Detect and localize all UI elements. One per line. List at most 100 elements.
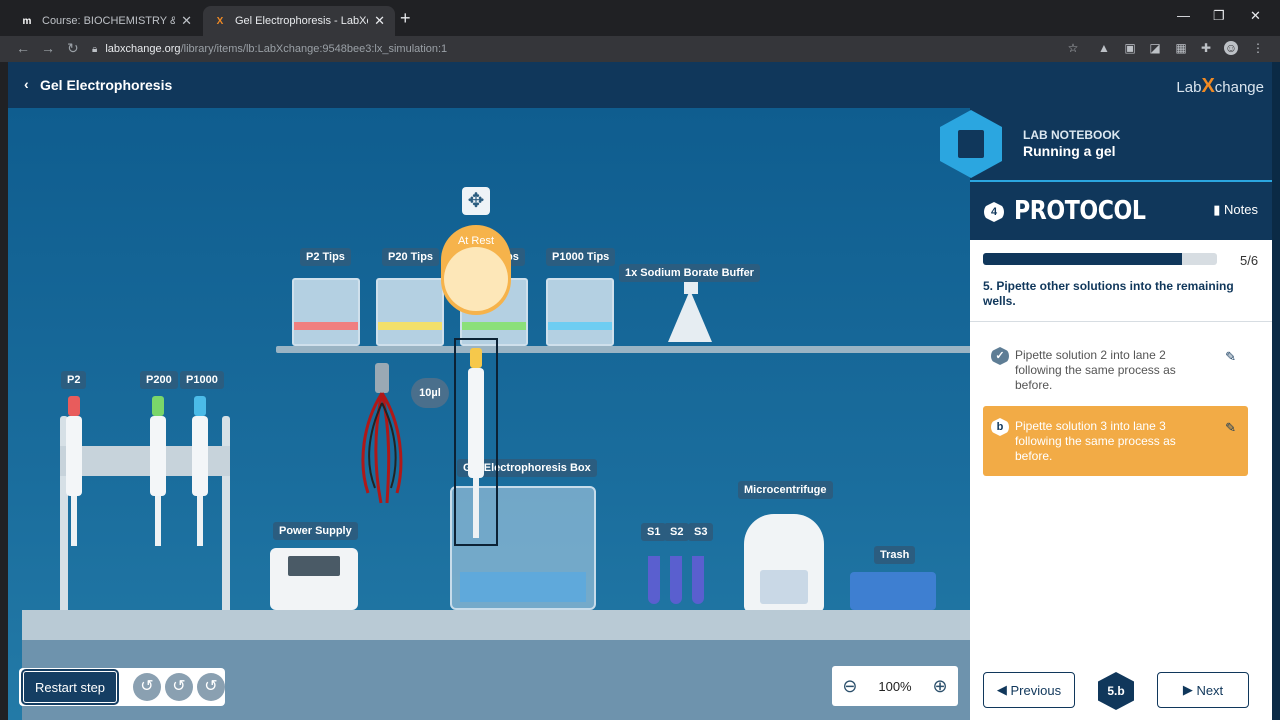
substep-text: Pipette solution 2 into lane 2 following… — [1015, 348, 1176, 392]
url-path: /library/items/lb:LabXchange:9548bee3:lx… — [180, 43, 448, 55]
extension-icon[interactable]: ▲ — [1097, 41, 1111, 55]
trash-bin[interactable] — [850, 572, 936, 610]
power-supply[interactable] — [270, 548, 358, 610]
previous-button[interactable]: ◀ Previous — [983, 672, 1075, 708]
microcentrifuge[interactable] — [744, 514, 824, 612]
page-scrollbar[interactable] — [1272, 62, 1280, 720]
s3-label: S3 — [688, 523, 714, 541]
app-header: ‹ Gel Electrophoresis LabXchange — [8, 62, 1272, 108]
menu-dots-icon[interactable]: ⋮ — [1251, 41, 1265, 55]
tube-s3[interactable] — [692, 556, 704, 604]
labxchange-logo[interactable]: LabXchange — [1176, 75, 1264, 98]
notes-icon: ▮ — [1213, 202, 1225, 217]
check-icon: ✓ — [991, 347, 1009, 365]
tab-course[interactable]: m Course: BIOCHEMISTRY & MOLE ✕ — [10, 6, 202, 36]
caret-left-icon: ◀ — [996, 682, 1011, 697]
back-chevron-icon[interactable]: ‹ — [24, 76, 29, 92]
extension-icon[interactable]: ◪ — [1148, 41, 1162, 55]
move-icon[interactable]: ✥ — [462, 187, 490, 215]
back-icon[interactable]: ← — [16, 40, 30, 56]
reload-icon[interactable]: ↻ — [67, 40, 79, 57]
microcentrifuge-label: Microcentrifuge — [738, 481, 833, 499]
tube-s1[interactable] — [648, 556, 660, 604]
close-tab-icon[interactable]: ✕ — [374, 13, 385, 29]
brand-x: X — [1201, 75, 1215, 97]
plunger-state-text: At Rest — [457, 235, 495, 247]
pencil-icon[interactable]: ✎ — [1225, 420, 1236, 436]
p2-tips-box[interactable] — [292, 278, 360, 346]
p2-label: P2 — [61, 371, 87, 389]
substep-a[interactable]: ✓ Pipette solution 2 into lane 2 followi… — [983, 335, 1248, 399]
bookmark-star-icon[interactable]: ☆ — [1066, 41, 1080, 55]
substep-text: Pipette solution 3 into lane 3 following… — [1015, 419, 1176, 463]
notes-label: Notes — [1224, 202, 1258, 217]
lab-bench — [22, 610, 970, 644]
url-field[interactable]: 🔒︎ labxchange.org/library/items/lb:LabXc… — [92, 37, 1092, 61]
forward-icon[interactable]: → — [41, 40, 55, 56]
zoom-out-icon[interactable]: ⊖ — [842, 676, 857, 697]
substep-b[interactable]: b Pipette solution 3 into lane 3 followi… — [983, 406, 1248, 476]
new-tab-icon[interactable]: + — [400, 8, 411, 29]
shelf — [276, 346, 970, 353]
address-bar: ← → ↻ 🔒︎ labxchange.org/library/items/lb… — [0, 36, 1280, 62]
active-pipette[interactable] — [468, 348, 484, 538]
close-window-icon[interactable]: ✕ — [1250, 8, 1261, 24]
close-tab-icon[interactable]: ✕ — [181, 13, 192, 29]
zoom-control: ⊖ 100% ⊕ — [832, 666, 958, 706]
simulation-canvas[interactable]: P2 Tips P20 Tips ps P1000 Tips 1x Sodium… — [8, 108, 970, 720]
notebook-title: LAB NOTEBOOK — [1023, 128, 1121, 142]
brand-text: change — [1214, 79, 1264, 96]
maximize-icon[interactable]: ❐ — [1213, 8, 1225, 24]
p2-pipette[interactable] — [66, 396, 82, 546]
volume-badge[interactable]: 10µl — [411, 378, 449, 408]
url-host: labxchange.org — [105, 43, 181, 55]
protocol-title: PROTOCOL — [1014, 196, 1146, 226]
brand-text: Lab — [1176, 79, 1202, 96]
s1-label: S1 — [641, 523, 667, 541]
labxchange-favicon-icon: X — [216, 15, 224, 27]
divider — [970, 321, 1272, 322]
pencil-icon[interactable]: ✎ — [1225, 349, 1236, 365]
p1000-pipette[interactable] — [192, 396, 208, 546]
tab-gel-electrophoresis[interactable]: X Gel Electrophoresis - LabXchange ✕ — [203, 6, 395, 36]
step-controls: Restart step ↺ ↺ ↺ — [19, 668, 225, 706]
caret-right-icon: ▶ — [1182, 682, 1197, 697]
buffer-label: 1x Sodium Borate Buffer — [619, 264, 760, 282]
sample-tube-rack[interactable] — [640, 556, 714, 608]
zoom-in-icon[interactable]: ⊕ — [932, 676, 947, 697]
extension-icon[interactable]: ▣ — [1123, 41, 1137, 55]
undo-icon[interactable]: ↺ — [133, 673, 161, 701]
p1000-tips-label: P1000 Tips — [546, 248, 616, 266]
next-label: Next — [1196, 682, 1224, 698]
plunger-ring — [444, 247, 508, 311]
progress-fill — [983, 253, 1182, 265]
p20-tips-label: P20 Tips — [382, 248, 440, 266]
undo-icon[interactable]: ↺ — [165, 673, 193, 701]
lab-notebook-header[interactable] — [970, 108, 1272, 180]
zoom-level: 100% — [878, 678, 912, 694]
power-supply-label: Power Supply — [273, 522, 358, 540]
p200-pipette[interactable] — [150, 396, 166, 546]
course-favicon-icon: m — [22, 15, 32, 27]
extension-icon[interactable]: ▦ — [1174, 41, 1188, 55]
puzzle-icon[interactable]: ✚ — [1199, 41, 1213, 55]
minimize-icon[interactable]: — — [1177, 8, 1190, 23]
buffer-flask[interactable] — [668, 290, 712, 342]
browser-tab-bar: m Course: BIOCHEMISTRY & MOLE ✕ X Gel El… — [0, 0, 1280, 36]
substep-letter: b — [991, 418, 1009, 436]
notebook-subtitle: Running a gel — [1023, 143, 1116, 159]
restart-step-button[interactable]: Restart step — [21, 669, 119, 705]
progress-label: 5/6 — [1240, 253, 1259, 268]
s2-label: S2 — [664, 523, 690, 541]
protocol-header: 4 PROTOCOL ▮ Notes — [970, 180, 1272, 240]
electrode-leads[interactable] — [353, 363, 413, 513]
profile-avatar-icon[interactable]: ☺ — [1224, 41, 1238, 55]
undo-icon[interactable]: ↺ — [197, 673, 225, 701]
notes-button[interactable]: ▮ Notes — [1213, 202, 1258, 218]
p1000-tips-box[interactable] — [546, 278, 614, 346]
p20-tips-box[interactable] — [376, 278, 444, 346]
tube-s2[interactable] — [670, 556, 682, 604]
next-button[interactable]: ▶ Next — [1157, 672, 1249, 708]
plunger-state-indicator[interactable]: At Rest — [441, 225, 511, 315]
page-title[interactable]: Gel Electrophoresis — [40, 77, 172, 93]
